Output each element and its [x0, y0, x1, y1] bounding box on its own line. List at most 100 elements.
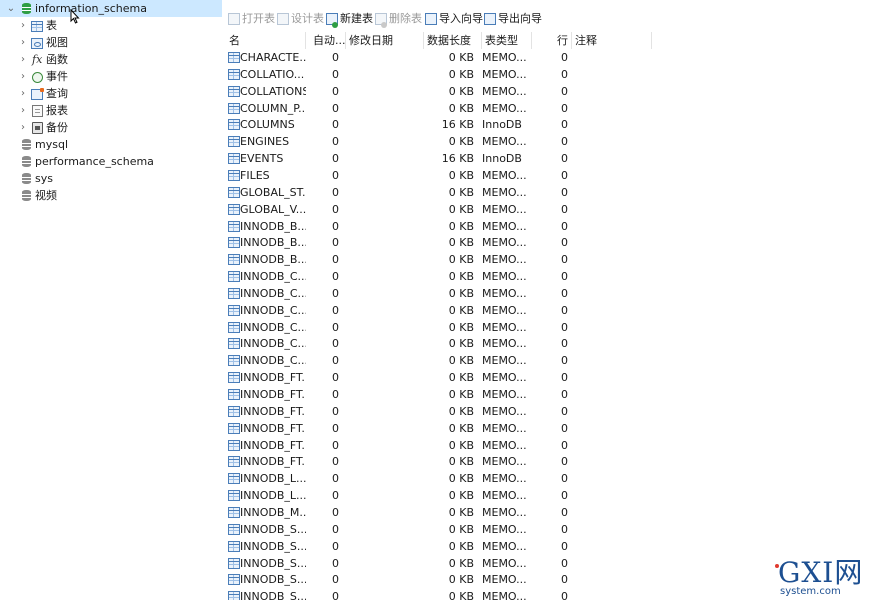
table-row[interactable]: ENGINES 0 0 KB MEMO... 0 [226, 133, 656, 150]
row-name-cell: INNODB_S... [226, 588, 306, 600]
tree-node-mysql[interactable]: mysql [0, 136, 222, 153]
table-row[interactable]: INNODB_S... 0 0 KB MEMO... 0 [226, 571, 656, 588]
tree-node-performance-schema[interactable]: performance_schema [0, 153, 222, 170]
column-header-name[interactable]: 名 [226, 32, 306, 49]
table-name: INNODB_M... [240, 505, 306, 519]
table-row[interactable]: INNODB_S... 0 0 KB MEMO... 0 [226, 521, 656, 538]
table-row[interactable]: INNODB_C... 0 0 KB MEMO... 0 [226, 335, 656, 352]
database-icon [22, 190, 31, 201]
button-label: 导入向导 [439, 12, 483, 25]
table-row[interactable]: COLUMN_P... 0 0 KB MEMO... 0 [226, 100, 656, 117]
column-header-comment[interactable]: 注释 [572, 32, 652, 49]
chevron-right-icon[interactable]: › [18, 85, 28, 102]
table-icon [228, 557, 240, 569]
table-row[interactable]: INNODB_L... 0 0 KB MEMO... 0 [226, 487, 656, 504]
modified-date-value [349, 49, 424, 66]
column-header-auto-increment[interactable]: 自动... [310, 32, 346, 49]
comment-value [574, 116, 649, 133]
table-row[interactable]: INNODB_B... 0 0 KB MEMO... 0 [226, 251, 656, 268]
table-row[interactable]: INNODB_L... 0 0 KB MEMO... 0 [226, 470, 656, 487]
engine-value: MEMO... [482, 371, 527, 385]
table-row[interactable]: INNODB_C... 0 0 KB MEMO... 0 [226, 268, 656, 285]
table-row[interactable]: FILES 0 0 KB MEMO... 0 [226, 167, 656, 184]
chevron-right-icon[interactable]: › [18, 34, 28, 51]
auto-increment-value: 0 [332, 168, 339, 182]
tree-node-sys[interactable]: sys [0, 170, 222, 187]
column-header-modified-date[interactable]: 修改日期 [346, 32, 424, 49]
table-row[interactable]: INNODB_FT... 0 0 KB MEMO... 0 [226, 386, 656, 403]
comment-value [574, 100, 649, 117]
table-row[interactable]: INNODB_C... 0 0 KB MEMO... 0 [226, 285, 656, 302]
rows-value: 0 [561, 573, 568, 587]
tree-node-tables[interactable]: › 表 [0, 17, 222, 34]
row-name-cell: INNODB_FT... [226, 437, 306, 454]
table-row[interactable]: INNODB_FT... 0 0 KB MEMO... 0 [226, 403, 656, 420]
table-row[interactable]: CHARACTE... 0 0 KB MEMO... 0 [226, 49, 656, 66]
row-name-cell: INNODB_S... [226, 571, 306, 588]
chevron-right-icon[interactable]: › [18, 68, 28, 85]
table-icon [228, 136, 240, 148]
rows-value: 0 [561, 489, 568, 503]
button-label: 打开表 [242, 12, 275, 25]
table-row[interactable]: INNODB_B... 0 0 KB MEMO... 0 [226, 218, 656, 235]
table-icon [31, 21, 43, 32]
table-row[interactable]: INNODB_FT... 0 0 KB MEMO... 0 [226, 369, 656, 386]
table-name: COLUMNS [240, 118, 295, 132]
column-header-data-length[interactable]: 数据长度 [424, 32, 482, 49]
table-row[interactable]: INNODB_S... 0 0 KB MEMO... 0 [226, 555, 656, 572]
modified-date-value [349, 167, 424, 184]
table-name: INNODB_B... [240, 236, 306, 250]
table-row[interactable]: GLOBAL_ST... 0 0 KB MEMO... 0 [226, 184, 656, 201]
row-name-cell: INNODB_L... [226, 470, 306, 487]
table-row[interactable]: INNODB_C... 0 0 KB MEMO... 0 [226, 352, 656, 369]
table-row[interactable]: COLUMNS 0 16 KB InnoDB 0 [226, 116, 656, 133]
column-header-rows[interactable]: 行 [532, 32, 572, 49]
chevron-right-icon[interactable]: › [18, 102, 28, 119]
comment-value [574, 403, 649, 420]
tree-node-backups[interactable]: › 备份 [0, 119, 222, 136]
chevron-right-icon[interactable]: › [18, 119, 28, 136]
chevron-down-icon[interactable]: ⌄ [6, 0, 16, 17]
table-row[interactable]: GLOBAL_V... 0 0 KB MEMO... 0 [226, 201, 656, 218]
row-name-cell: INNODB_C... [226, 319, 306, 336]
table-row[interactable]: INNODB_B... 0 0 KB MEMO... 0 [226, 234, 656, 251]
auto-increment-value: 0 [332, 388, 339, 401]
table-row[interactable]: INNODB_C... 0 0 KB MEMO... 0 [226, 319, 656, 336]
auto-increment-value: 0 [332, 219, 339, 233]
data-length-value: 0 KB [448, 505, 474, 519]
auto-increment-value: 0 [332, 371, 339, 385]
table-row[interactable]: INNODB_C... 0 0 KB MEMO... 0 [226, 302, 656, 319]
table-row[interactable]: INNODB_S... 0 0 KB MEMO... 0 [226, 538, 656, 555]
rows-value: 0 [561, 472, 568, 486]
chevron-right-icon[interactable]: › [18, 51, 28, 68]
auto-increment-value: 0 [332, 51, 339, 64]
table-row[interactable]: INNODB_FT... 0 0 KB MEMO... 0 [226, 437, 656, 454]
table-row[interactable]: COLLATIONS 0 0 KB MEMO... 0 [226, 83, 656, 100]
column-header-engine[interactable]: 表类型 [482, 32, 532, 49]
tree-node-information-schema[interactable]: ⌄ information_schema [0, 0, 222, 17]
tree-node-functions[interactable]: › fx 函数 [0, 51, 222, 68]
modified-date-value [349, 538, 424, 555]
chevron-right-icon[interactable]: › [18, 17, 28, 34]
table-row[interactable]: INNODB_FT... 0 0 KB MEMO... 0 [226, 420, 656, 437]
tree-node-events[interactable]: › 事件 [0, 68, 222, 85]
table-name: INNODB_FT... [240, 371, 306, 385]
table-icon [228, 287, 240, 299]
tree-node-label: 事件 [46, 70, 68, 83]
table-row[interactable]: INNODB_FT... 0 0 KB MEMO... 0 [226, 453, 656, 470]
modified-date-value [349, 201, 424, 218]
modified-date-value [349, 251, 424, 268]
table-row[interactable]: INNODB_M... 0 0 KB MEMO... 0 [226, 504, 656, 521]
tree-node-reports[interactable]: › 报表 [0, 102, 222, 119]
comment-value [574, 504, 649, 521]
tree-node-views[interactable]: › 视图 [0, 34, 222, 51]
row-name-cell: INNODB_S... [226, 555, 306, 572]
tree-node-queries[interactable]: › 查询 [0, 85, 222, 102]
tree-node-video[interactable]: 视频 [0, 187, 222, 204]
table-row[interactable]: COLLATIO... 0 0 KB MEMO... 0 [226, 66, 656, 83]
table-row[interactable]: EVENTS 0 16 KB InnoDB 0 [226, 150, 656, 167]
row-name-cell: INNODB_C... [226, 302, 306, 319]
data-length-value: 0 KB [448, 455, 474, 469]
table-row[interactable]: INNODB_S... 0 0 KB MEMO... 0 [226, 588, 656, 600]
open-table-icon [228, 13, 240, 25]
